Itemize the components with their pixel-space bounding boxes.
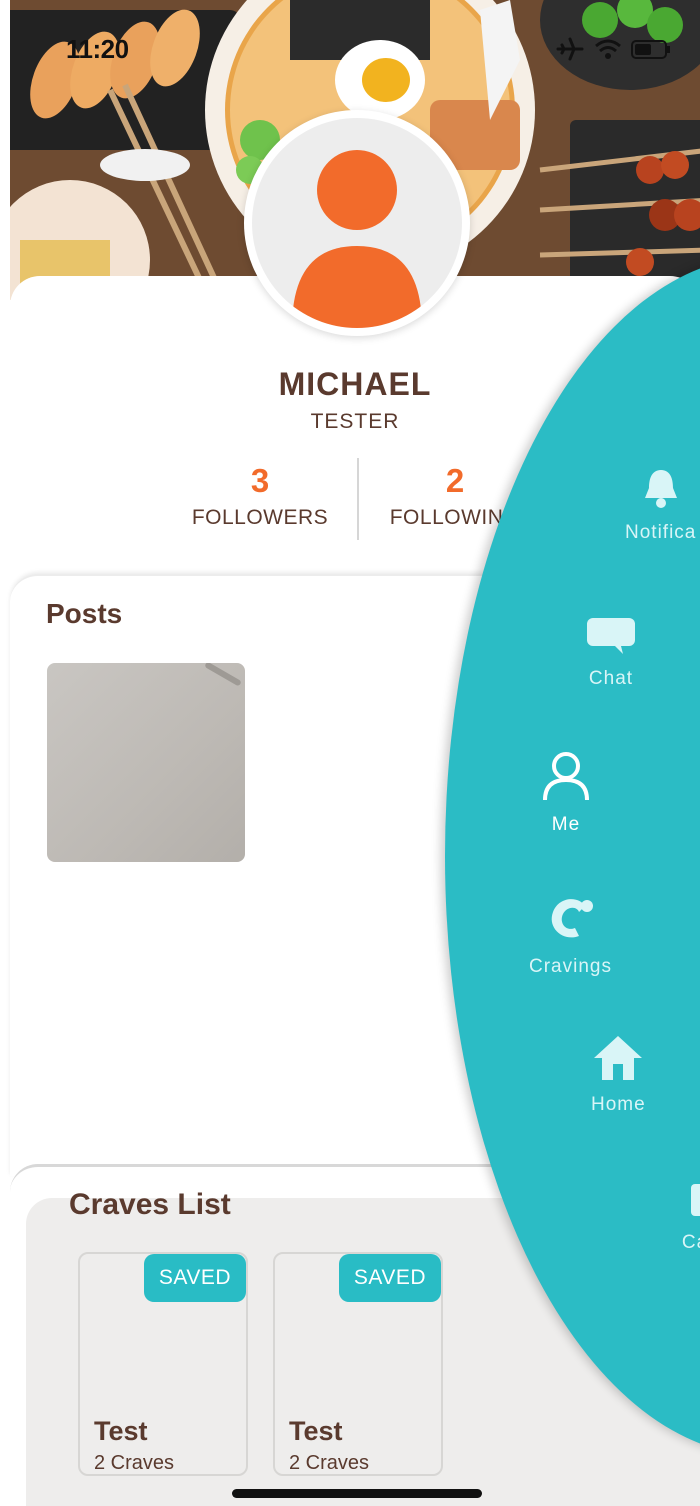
stat-divider: [357, 458, 359, 540]
avatar[interactable]: [244, 110, 470, 336]
post-thumbnail[interactable]: [47, 663, 245, 862]
home-icon: [592, 1036, 644, 1087]
wifi-icon: [595, 39, 621, 59]
home-indicator: [232, 1489, 482, 1498]
battery-icon: [631, 40, 670, 59]
avatar-placeholder-icon: [252, 118, 462, 328]
menu-item-chat[interactable]: Chat: [585, 616, 637, 690]
followers-label: FOLLOWERS: [191, 506, 329, 529]
menu-item-cravings[interactable]: Cravings: [529, 892, 612, 978]
saved-badge: SAVED: [339, 1254, 441, 1302]
menu-item-home[interactable]: Home: [591, 1034, 646, 1116]
bell-icon: [639, 470, 683, 515]
crave-name: Test: [94, 1416, 148, 1446]
profile-screen: 11:20 ••• MICHAEL: [0, 0, 700, 1506]
status-time: 11:20: [66, 34, 129, 64]
airplane-icon: [556, 37, 584, 61]
followers-stat[interactable]: 3 FOLLOWERS: [170, 462, 350, 530]
crave-count: 2 Craves: [94, 1452, 175, 1474]
followers-count: 3: [250, 462, 270, 499]
crave-card[interactable]: SAVED Test 2 Craves: [273, 1252, 443, 1476]
camera-icon: [673, 1184, 700, 1225]
saved-badge: SAVED: [144, 1254, 246, 1302]
crave-card[interactable]: SAVED Test 2 Craves: [78, 1252, 248, 1476]
menu-item-me[interactable]: Me: [541, 750, 591, 836]
crave-name: Test: [289, 1416, 343, 1446]
menu-item-notifications[interactable]: Notifica: [625, 466, 696, 544]
posts-title: Posts: [46, 598, 123, 629]
person-icon: [541, 752, 591, 807]
cravings-logo-icon: [545, 899, 595, 949]
status-icons: [556, 36, 676, 62]
menu-item-camera[interactable]: Ca: [673, 1180, 700, 1254]
craves-title: Craves List: [69, 1188, 231, 1221]
chat-icon: [585, 618, 637, 661]
crave-count: 2 Craves: [289, 1452, 370, 1474]
